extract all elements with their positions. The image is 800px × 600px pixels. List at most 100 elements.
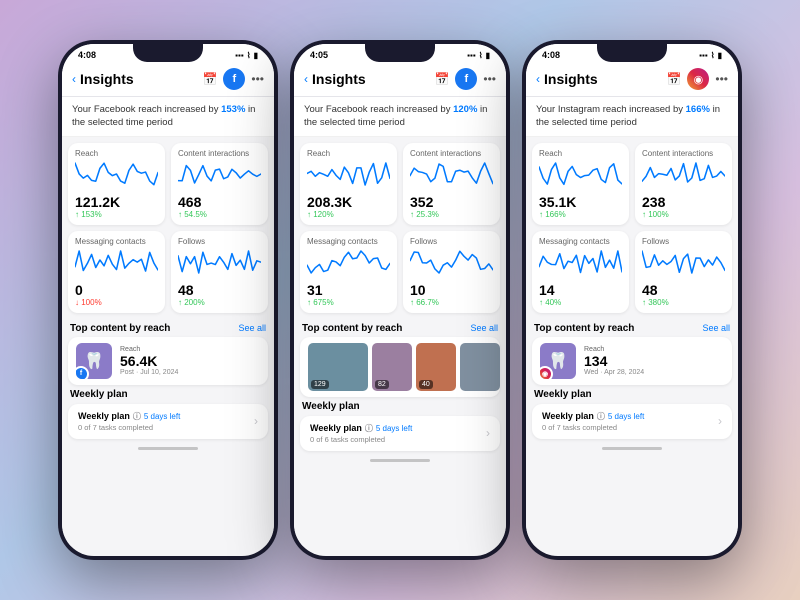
weekly-left: Weekly plan ⓘ 5 days left 0 of 7 tasks c… — [542, 411, 644, 432]
reach-value: 56.4K — [120, 353, 260, 369]
thumb-count: 82 — [375, 380, 389, 389]
more-icon[interactable]: ••• — [483, 72, 496, 86]
phone-notch — [365, 44, 435, 62]
signal-icon: ▪▪▪ — [467, 51, 476, 60]
info-icon: ⓘ — [365, 423, 373, 434]
page-title: Insights — [80, 71, 134, 87]
insight-banner: Your Instagram reach increased by 166% i… — [526, 97, 738, 137]
thumb-count: 40 — [419, 380, 433, 389]
page-title: Insights — [544, 71, 598, 87]
metric-value-3: 48 — [642, 283, 725, 297]
top-content-header: Top content by reach See all — [62, 319, 274, 337]
back-button[interactable]: ‹ — [536, 72, 540, 86]
back-button[interactable]: ‹ — [304, 72, 308, 86]
metric-change-1: ↑ 25.3% — [410, 210, 493, 219]
sparkline-0 — [307, 160, 390, 188]
metric-label-1: Content interactions — [410, 149, 493, 158]
phone-screen: 4:08 ▪▪▪ ⌇ ▮ ‹ Insights — [62, 44, 274, 556]
app-header: ‹ Insights 📅 f ••• — [62, 62, 274, 97]
metric-value-2: 0 — [75, 283, 158, 297]
metric-change-3: ↑ 380% — [642, 298, 725, 307]
info-icon: ⓘ — [133, 411, 141, 422]
status-icons: ▪▪▪ ⌇ ▮ — [467, 51, 490, 60]
metric-change-2: ↑ 40% — [539, 298, 622, 307]
top-content-images: 129 82 40 — [308, 343, 492, 391]
calendar-icon[interactable]: 📅 — [666, 72, 681, 86]
top-content-info: Reach 134 Wed · Apr 28, 2024 — [584, 346, 724, 376]
metric-value-0: 208.3K — [307, 195, 390, 209]
metric-card-3: Follows 10 ↑ 66.7% — [403, 231, 500, 313]
sparkline-1 — [410, 160, 493, 188]
see-all-link[interactable]: See all — [470, 323, 498, 333]
metric-value-1: 238 — [642, 195, 725, 209]
top-content-card: 🦷 ◉ Reach 134 Wed · Apr 28, 2024 — [532, 337, 732, 385]
metric-label-0: Reach — [75, 149, 158, 158]
back-button[interactable]: ‹ — [72, 72, 76, 86]
battery-icon: ▮ — [718, 51, 722, 60]
top-content-multi: 129 82 40 — [300, 337, 500, 397]
app-header: ‹ Insights 📅 ◉ ••• — [526, 62, 738, 97]
weekly-card[interactable]: Weekly plan ⓘ 5 days left 0 of 6 tasks c… — [300, 416, 500, 451]
sparkline-1 — [642, 160, 725, 188]
content-thumb-3 — [460, 343, 500, 391]
reach-value: 134 — [584, 353, 724, 369]
weekly-card[interactable]: Weekly plan ⓘ 5 days left 0 of 7 tasks c… — [532, 404, 732, 439]
wifi-icon: ⌇ — [247, 51, 251, 60]
more-icon[interactable]: ••• — [251, 72, 264, 86]
metric-change-2: ↓ 100% — [75, 298, 158, 307]
fb-platform-icon[interactable]: f — [223, 68, 245, 90]
metric-value-2: 14 — [539, 283, 622, 297]
weekly-card[interactable]: Weekly plan ⓘ 5 days left 0 of 7 tasks c… — [68, 404, 268, 439]
top-content-header: Top content by reach See all — [294, 319, 506, 337]
metric-label-3: Follows — [410, 237, 493, 246]
status-icons: ▪▪▪ ⌇ ▮ — [235, 51, 258, 60]
battery-icon: ▮ — [486, 51, 490, 60]
sparkline-3 — [642, 248, 725, 276]
days-left: 5 days left — [376, 424, 412, 433]
phone-content: ‹ Insights 📅 ◉ ••• Your Instagram reach … — [526, 62, 738, 546]
weekly-plan-name: Weekly plan ⓘ 5 days left — [78, 411, 180, 422]
metric-value-1: 352 — [410, 195, 493, 209]
content-meta: Wed · Apr 28, 2024 — [584, 369, 724, 376]
metric-card-2: Messaging contacts 31 ↑ 675% — [300, 231, 397, 313]
chevron-right-icon: › — [254, 414, 258, 428]
more-icon[interactable]: ••• — [715, 72, 728, 86]
header-right: 📅 f ••• — [202, 68, 264, 90]
content-thumb-0: 129 — [308, 343, 368, 391]
content-meta: Post · Jul 10, 2024 — [120, 369, 260, 376]
header-left: ‹ Insights — [304, 71, 366, 87]
insight-banner: Your Facebook reach increased by 120% in… — [294, 97, 506, 137]
top-content-header: Top content by reach See all — [526, 319, 738, 337]
page-title: Insights — [312, 71, 366, 87]
top-content-title: Top content by reach — [534, 323, 634, 334]
home-indicator — [370, 459, 430, 462]
see-all-link[interactable]: See all — [238, 323, 266, 333]
sparkline-3 — [178, 248, 261, 276]
phone-notch — [133, 44, 203, 62]
calendar-icon[interactable]: 📅 — [434, 72, 449, 86]
thumb-count: 129 — [311, 380, 329, 389]
top-content-card: 🦷 f Reach 56.4K Post · Jul 10, 2024 — [68, 337, 268, 385]
ig-platform-icon[interactable]: ◉ — [687, 68, 709, 90]
weekly-section-title: Weekly plan — [300, 401, 500, 412]
status-time: 4:08 — [542, 50, 560, 60]
metric-card-1: Content interactions 468 ↑ 54.5% — [171, 143, 268, 225]
metric-label-2: Messaging contacts — [75, 237, 158, 246]
top-content-thumb: 🦷 f — [76, 343, 112, 379]
metric-change-0: ↑ 153% — [75, 210, 158, 219]
top-content-thumb: 🦷 ◉ — [540, 343, 576, 379]
sparkline-3 — [410, 248, 493, 276]
weekly-section-title: Weekly plan — [68, 389, 268, 400]
metric-change-1: ↑ 54.5% — [178, 210, 261, 219]
calendar-icon[interactable]: 📅 — [202, 72, 217, 86]
metric-card-3: Follows 48 ↑ 380% — [635, 231, 732, 313]
phone-instagram: 4:08 ▪▪▪ ⌇ ▮ ‹ Insights — [522, 40, 742, 560]
reach-label: Reach — [584, 346, 724, 353]
battery-icon: ▮ — [254, 51, 258, 60]
sparkline-0 — [75, 160, 158, 188]
home-indicator — [138, 447, 198, 450]
see-all-link[interactable]: See all — [702, 323, 730, 333]
home-indicator — [602, 447, 662, 450]
fb-platform-icon[interactable]: f — [455, 68, 477, 90]
metric-card-3: Follows 48 ↑ 200% — [171, 231, 268, 313]
